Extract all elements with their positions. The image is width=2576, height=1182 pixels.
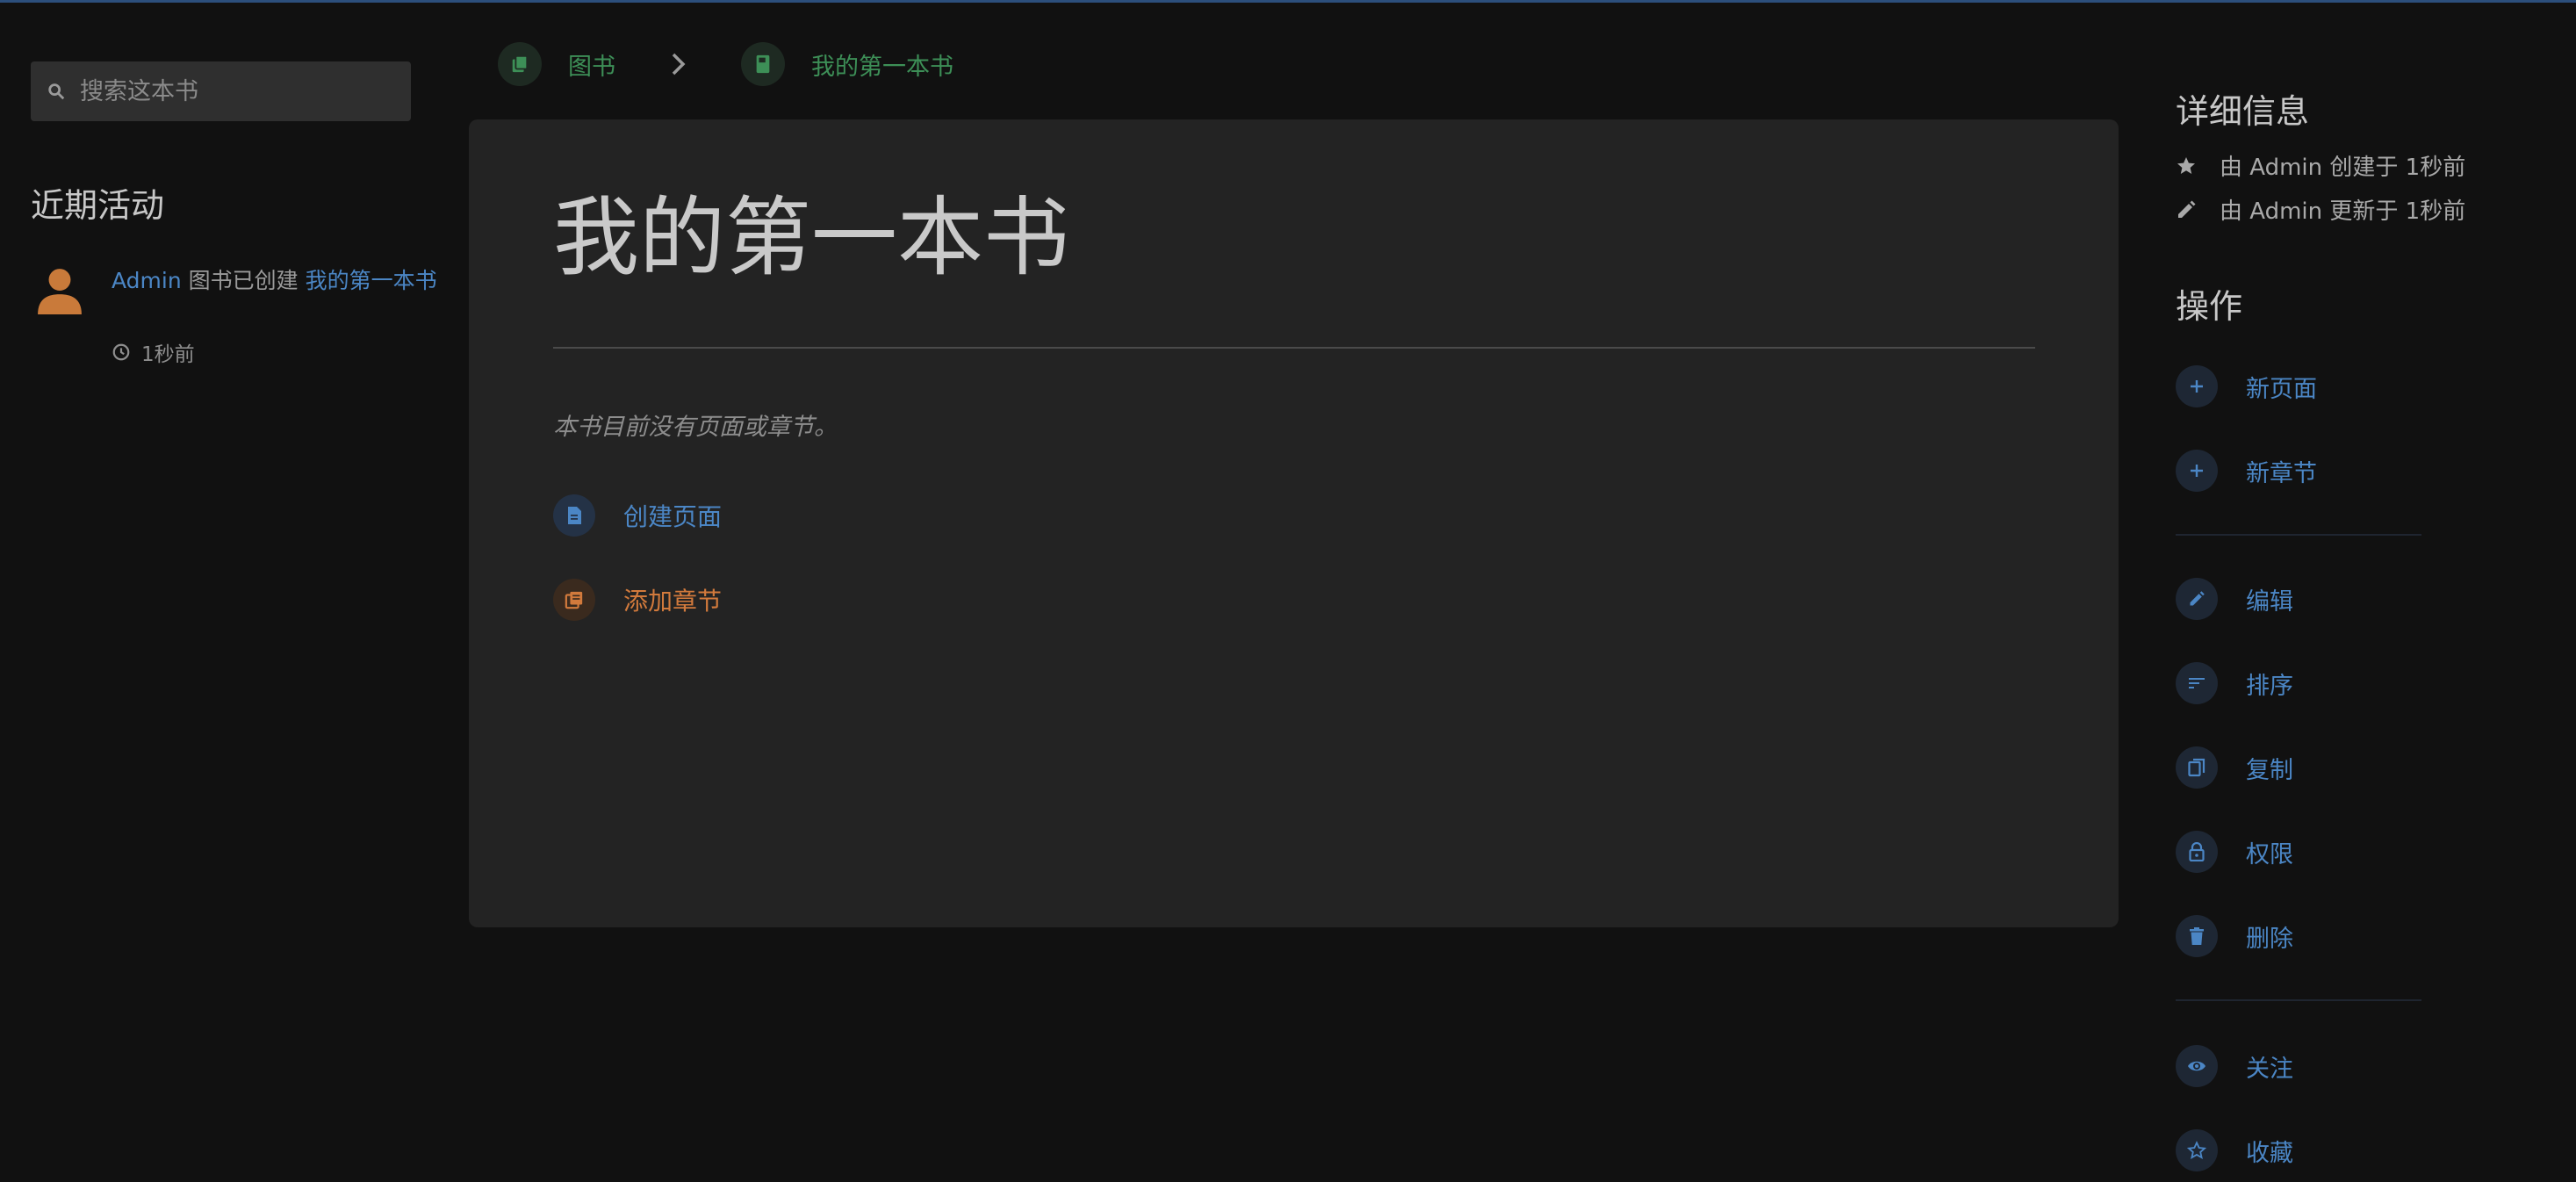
favourite-button[interactable]: 收藏 bbox=[2176, 1128, 2293, 1172]
activity-text: Admin 图书已创建 我的第一本书 bbox=[112, 263, 443, 298]
delete-button[interactable]: 删除 bbox=[2176, 914, 2293, 958]
add-chapter-button[interactable]: 添加章节 bbox=[553, 578, 722, 622]
star-icon bbox=[2177, 156, 2195, 174]
breadcrumb-label: 我的第一本书 bbox=[811, 53, 953, 81]
created-text: 由 Admin 创建于 1秒前 bbox=[2220, 155, 2466, 181]
activity-time: 1秒前 bbox=[112, 337, 195, 367]
breadcrumb-item-books[interactable]: 图书 bbox=[498, 41, 615, 87]
eye-icon bbox=[2176, 1045, 2218, 1087]
new-page-label: 新页面 bbox=[2246, 375, 2317, 403]
title-divider bbox=[553, 347, 2035, 349]
edit-icon bbox=[2176, 578, 2218, 620]
copy-icon bbox=[2176, 746, 2218, 789]
clock-icon bbox=[112, 343, 130, 361]
copy-label: 复制 bbox=[2246, 756, 2293, 784]
actions-divider bbox=[2176, 534, 2421, 536]
empty-book-message: 本书目前没有页面或章节。 bbox=[553, 414, 838, 441]
sort-label: 排序 bbox=[2246, 672, 2293, 700]
book-content-card: 我的第一本书 本书目前没有页面或章节。 创建页面 添加章节 bbox=[469, 119, 2119, 927]
edit-button[interactable]: 编辑 bbox=[2176, 577, 2293, 621]
plus-icon bbox=[2176, 365, 2218, 407]
book-title: 我的第一本书 bbox=[553, 188, 1070, 288]
activity-target-link[interactable]: 我的第一本书 bbox=[306, 268, 437, 293]
created-meta: 由 Admin 创建于 1秒前 bbox=[2176, 149, 2465, 182]
new-chapter-button[interactable]: 新章节 bbox=[2176, 449, 2317, 493]
create-page-label: 创建页面 bbox=[623, 502, 723, 531]
plus-icon bbox=[2176, 450, 2218, 492]
permissions-button[interactable]: 权限 bbox=[2176, 830, 2293, 874]
copy-button[interactable]: 复制 bbox=[2176, 746, 2293, 789]
edit-label: 编辑 bbox=[2246, 587, 2293, 616]
activity-action: 图书已创建 bbox=[188, 268, 299, 293]
top-accent-line bbox=[0, 0, 2576, 3]
search-input[interactable] bbox=[80, 61, 396, 121]
sort-button[interactable]: 排序 bbox=[2176, 661, 2293, 705]
watch-label: 关注 bbox=[2246, 1055, 2293, 1083]
user-icon bbox=[38, 269, 82, 314]
actions-divider bbox=[2176, 999, 2421, 1001]
page-icon bbox=[553, 494, 595, 537]
add-chapter-label: 添加章节 bbox=[623, 587, 723, 616]
book-search-box[interactable] bbox=[31, 61, 411, 121]
chevron-right-icon bbox=[672, 53, 686, 76]
star-outline-icon bbox=[2176, 1129, 2218, 1171]
books-icon bbox=[498, 42, 542, 86]
delete-label: 删除 bbox=[2246, 925, 2293, 953]
permissions-label: 权限 bbox=[2246, 840, 2293, 868]
create-page-button[interactable]: 创建页面 bbox=[553, 494, 722, 537]
breadcrumb-item-book[interactable]: 我的第一本书 bbox=[741, 41, 953, 87]
breadcrumb-label: 图书 bbox=[568, 53, 615, 81]
book-icon bbox=[741, 42, 785, 86]
sort-icon bbox=[2176, 662, 2218, 704]
chapter-icon bbox=[553, 579, 595, 621]
activity-user-link[interactable]: Admin bbox=[112, 268, 182, 293]
favourite-label: 收藏 bbox=[2246, 1139, 2293, 1167]
updated-meta: 由 Admin 更新于 1秒前 bbox=[2176, 193, 2465, 226]
recent-activity-title: 近期活动 bbox=[31, 186, 165, 225]
activity-time-text: 1秒前 bbox=[141, 343, 195, 366]
new-chapter-label: 新章节 bbox=[2246, 459, 2317, 487]
watch-button[interactable]: 关注 bbox=[2176, 1044, 2293, 1088]
details-title: 详细信息 bbox=[2176, 92, 2310, 131]
updated-text: 由 Admin 更新于 1秒前 bbox=[2220, 198, 2466, 225]
new-page-button[interactable]: 新页面 bbox=[2176, 364, 2317, 408]
pencil-icon bbox=[2178, 200, 2196, 218]
lock-icon bbox=[2176, 831, 2218, 873]
actions-title: 操作 bbox=[2176, 287, 2243, 326]
search-icon bbox=[48, 83, 65, 100]
trash-icon bbox=[2176, 915, 2218, 957]
